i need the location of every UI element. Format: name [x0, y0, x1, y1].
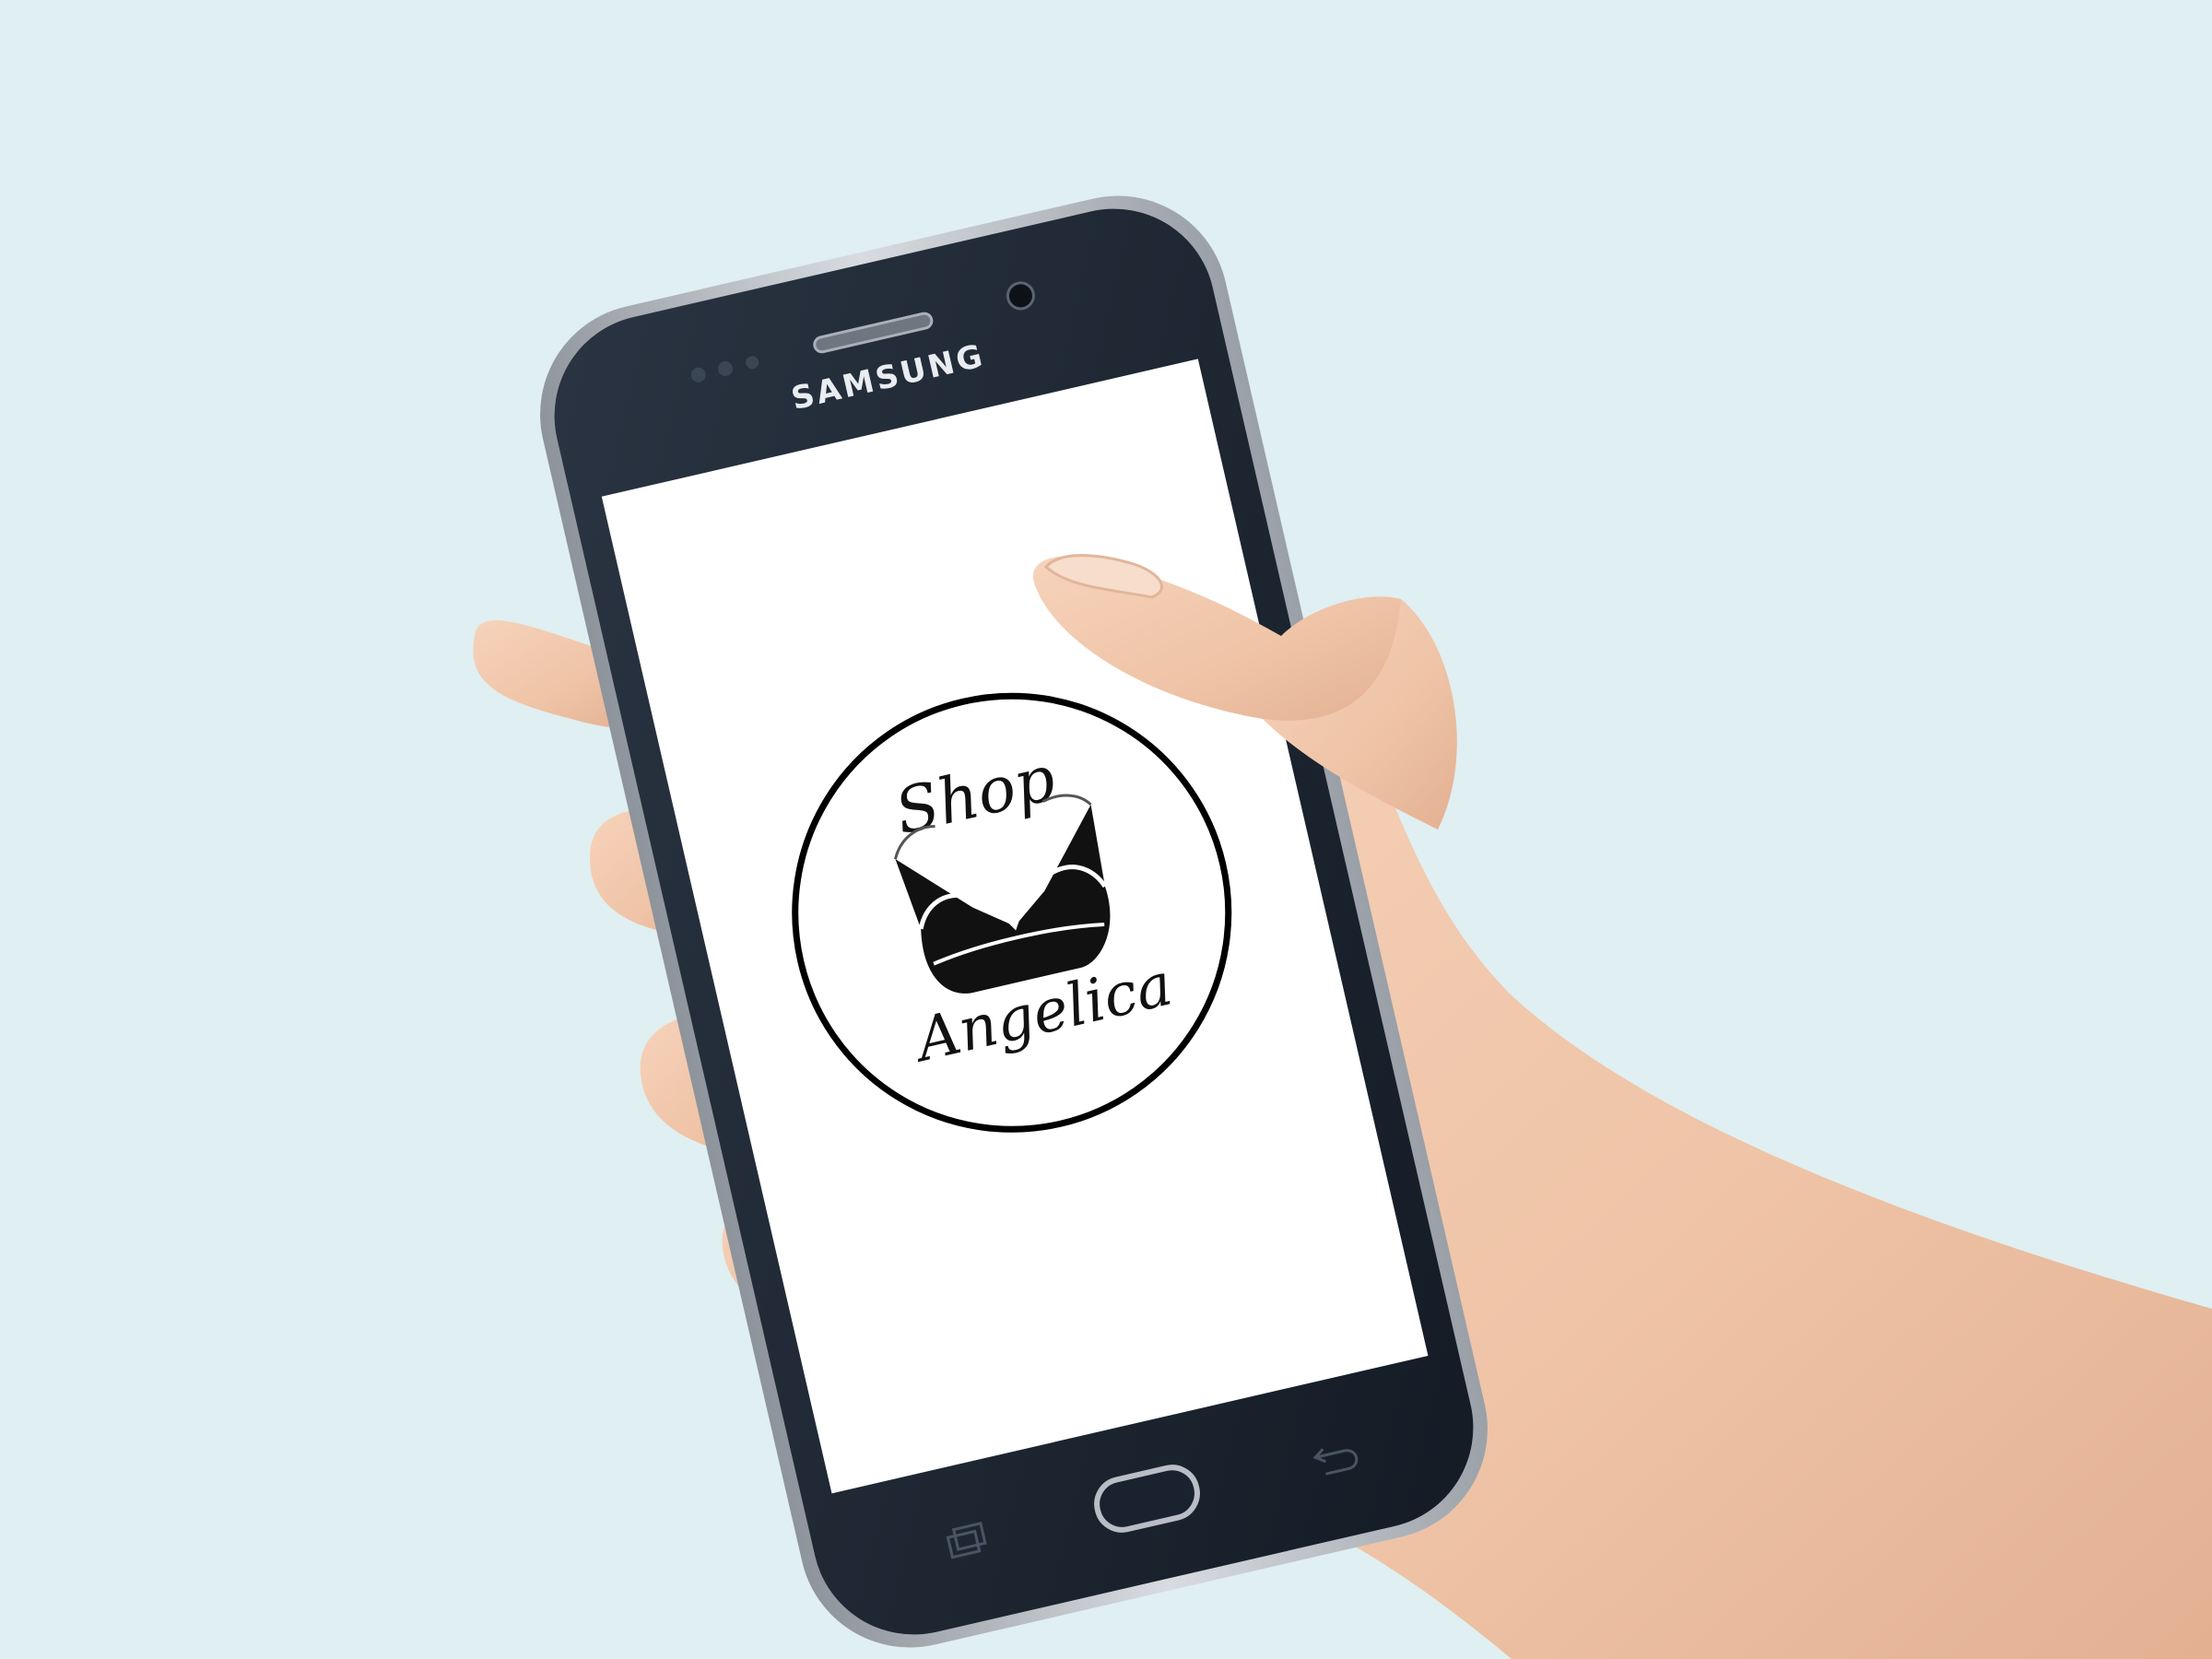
scene-svg: SAMSUNG Shop Angelica: [0, 0, 2212, 1659]
photo-scene: SAMSUNG Shop Angelica: [0, 0, 2212, 1659]
